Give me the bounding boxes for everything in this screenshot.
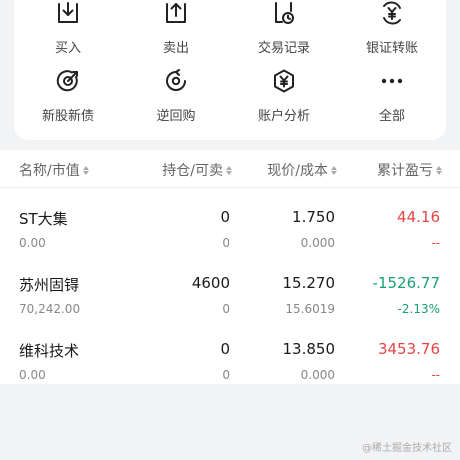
trade-history-label: 交易记录 — [257, 41, 310, 56]
holdings-table: 名称/市值 持仓/可卖 现价/成本 累计盈亏 ST大集 0.00 0 0 1.7… — [0, 150, 460, 384]
stock-name: 维科技术 — [19, 342, 80, 360]
sort-icon — [436, 165, 442, 175]
trade-history-button[interactable]: 交易记录 — [230, 0, 338, 56]
position: 0 — [220, 208, 230, 226]
document-clock-icon — [269, 0, 299, 28]
account-analysis-button[interactable]: 账户分析 — [230, 66, 338, 124]
available: 0 — [222, 236, 230, 250]
table-header: 名称/市值 持仓/可卖 现价/成本 累计盈亏 — [0, 150, 460, 188]
sell-label: 卖出 — [162, 41, 189, 56]
market-value: 0.00 — [19, 236, 46, 250]
table-row[interactable]: 苏州固锝 70,242.00 4600 0 15.270 15.6019 -15… — [0, 260, 460, 326]
position: 4600 — [191, 274, 230, 292]
watermark: @稀土掘金技术社区 — [362, 443, 452, 454]
download-box-icon — [53, 0, 83, 28]
yuan-shield-icon — [269, 66, 299, 96]
total-pnl: -1526.77 — [372, 274, 440, 292]
upload-box-icon — [161, 0, 191, 28]
all-functions-label: 全部 — [378, 109, 405, 124]
all-functions-button[interactable]: 全部 — [338, 66, 446, 124]
sort-icon — [331, 165, 337, 175]
bank-transfer-label: 银证转账 — [365, 41, 418, 56]
target-icon — [53, 66, 83, 96]
more-dots-icon — [377, 66, 407, 96]
header-position-available[interactable]: 持仓/可卖 — [162, 160, 232, 180]
buy-button[interactable]: 买入 — [14, 0, 122, 56]
available: 0 — [222, 368, 230, 382]
table-row[interactable]: 维科技术 0.00 0 0 13.850 0.000 3453.76 -- — [0, 326, 460, 392]
header-price-cost[interactable]: 现价/成本 — [267, 160, 337, 180]
header-total-pnl[interactable]: 累计盈亏 — [377, 160, 442, 180]
stock-name: 苏州固锝 — [19, 276, 80, 294]
current-price: 15.270 — [282, 274, 336, 292]
position: 0 — [220, 340, 230, 358]
bank-transfer-button[interactable]: 银证转账 — [338, 0, 446, 56]
reverse-repo-button[interactable]: 逆回购 — [122, 66, 230, 124]
pnl-percent: -- — [431, 236, 440, 250]
account-analysis-label: 账户分析 — [257, 109, 310, 124]
total-pnl: 3453.76 — [377, 340, 440, 358]
cost-price: 15.6019 — [285, 302, 335, 316]
header-name-value[interactable]: 名称/市值 — [19, 160, 89, 180]
pnl-percent: -2.13% — [397, 302, 440, 316]
sort-icon — [226, 165, 232, 175]
quick-actions-card: 买入 卖出 交易记录 银证转账 新股新债 逆回购 账户分析 全部 — [14, 0, 446, 140]
stock-name: ST大集 — [19, 210, 68, 228]
reverse-repo-icon — [161, 66, 191, 96]
market-value: 70,242.00 — [19, 302, 81, 316]
total-pnl: 44.16 — [397, 208, 440, 226]
ipo-bonds-label: 新股新债 — [41, 109, 94, 124]
sort-icon — [82, 165, 89, 175]
reverse-repo-label: 逆回购 — [156, 109, 196, 124]
sell-button[interactable]: 卖出 — [122, 0, 230, 56]
table-row[interactable]: ST大集 0.00 0 0 1.750 0.000 44.16 -- — [0, 194, 460, 260]
cost-price: 0.000 — [300, 236, 335, 250]
ipo-bonds-button[interactable]: 新股新债 — [14, 66, 122, 124]
current-price: 1.750 — [292, 208, 335, 226]
yuan-transfer-icon — [377, 0, 407, 28]
available: 0 — [222, 302, 230, 316]
buy-label: 买入 — [54, 41, 81, 56]
pnl-percent: -- — [431, 368, 440, 382]
market-value: 0.00 — [19, 368, 46, 382]
current-price: 13.850 — [282, 340, 336, 358]
cost-price: 0.000 — [300, 368, 335, 382]
